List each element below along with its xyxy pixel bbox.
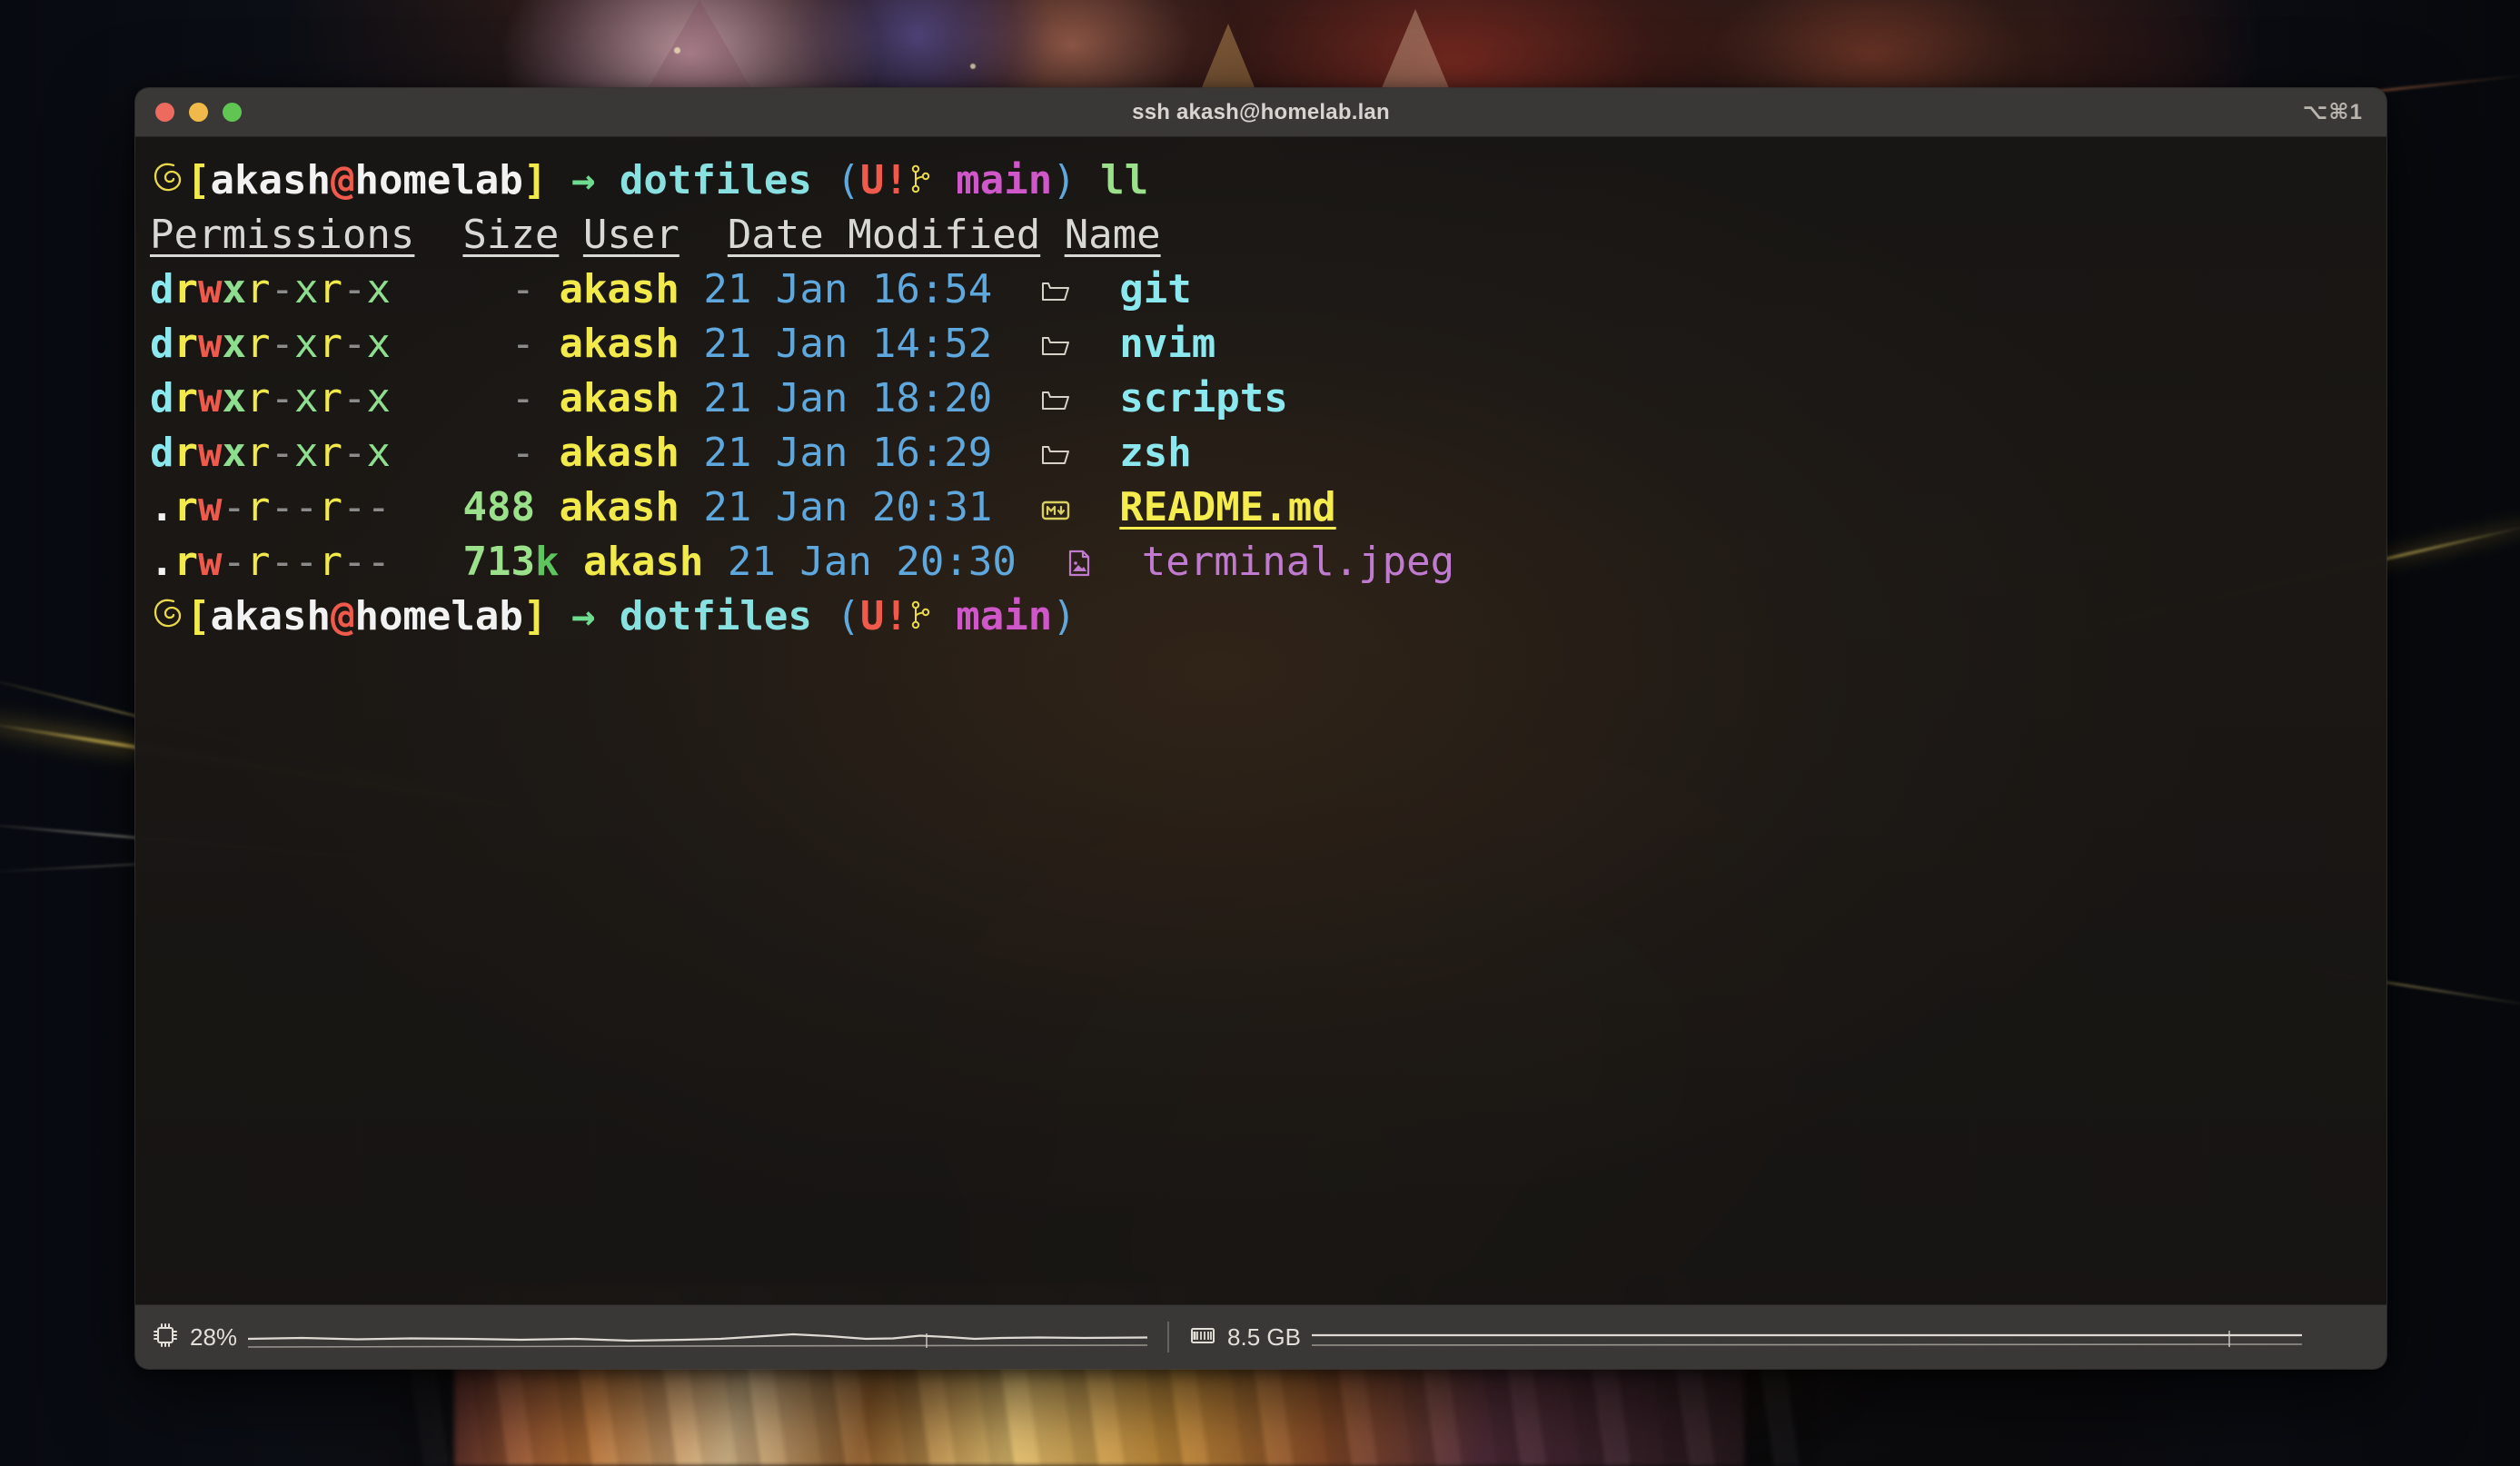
column-header-size: Size — [462, 212, 560, 258]
keyboard-shortcut-badge: ⌥⌘1 — [2302, 100, 2363, 124]
prompt-bracket-close: ] — [522, 593, 548, 639]
permission-type: d — [150, 375, 174, 421]
prompt-at: @ — [330, 157, 355, 203]
cpu-chip-icon — [152, 1322, 179, 1352]
table-row[interactable]: drwxr-xr-x - akash 21 Jan 16:54 git — [135, 262, 2386, 317]
file-size-unit: k — [534, 539, 560, 585]
listing-header-row: Permissions Size User Date Modified Name — [135, 208, 2386, 262]
prompt-host: homelab — [354, 593, 523, 639]
git-dirty-flag: U! — [859, 593, 908, 639]
file-size: - — [511, 375, 535, 421]
column-header-user: User — [582, 212, 680, 258]
prompt-directory: dotfiles — [619, 157, 812, 203]
prompt-directory: dotfiles — [619, 593, 812, 639]
typed-command: ll — [1100, 157, 1149, 203]
prompt-line-command: [akash@homelab] → dotfiles (U! main) ll — [135, 154, 2386, 208]
file-owner: akash — [559, 375, 680, 421]
file-date: 21 Jan 16:29 — [703, 430, 993, 476]
memory-status-group[interactable]: 8.5 GB — [1189, 1319, 2302, 1355]
git-dirty-flag: U! — [859, 157, 908, 203]
folder-icon — [1040, 321, 1071, 375]
prompt-host: homelab — [354, 157, 523, 203]
prompt-bracket-open: [ — [186, 157, 211, 203]
folder-icon — [1040, 266, 1071, 321]
git-paren-open: ( — [836, 157, 860, 203]
git-branch-name: main — [956, 157, 1053, 203]
column-header-name: Name — [1064, 212, 1161, 258]
permission-type: . — [150, 539, 174, 585]
git-paren-close: ) — [1052, 593, 1076, 639]
permission-type: . — [150, 484, 174, 530]
file-date: 21 Jan 18:20 — [703, 375, 993, 421]
permission-type: d — [150, 266, 174, 312]
memory-sparkline — [1311, 1319, 2302, 1355]
git-branch-name: main — [956, 593, 1053, 639]
table-row[interactable]: drwxr-xr-x - akash 21 Jan 16:29 zsh — [135, 426, 2386, 480]
file-name[interactable]: scripts — [1119, 375, 1287, 421]
file-size: - — [511, 430, 535, 476]
table-row[interactable]: .rw-r--r-- 488 akash 21 Jan 20:31 README… — [135, 480, 2386, 535]
file-date: 21 Jan 20:31 — [703, 484, 993, 530]
image-file-icon — [1065, 539, 1094, 593]
permission-type: d — [150, 321, 174, 367]
wallpaper-sparkle — [674, 47, 680, 54]
prompt-bracket-open: [ — [186, 593, 211, 639]
column-header-permissions: Permissions — [150, 212, 415, 258]
table-row[interactable]: drwxr-xr-x - akash 21 Jan 14:52 nvim — [135, 317, 2386, 371]
window-title: ssh akash@homelab.lan — [1132, 99, 1390, 124]
terminal-content[interactable]: [akash@homelab] → dotfiles (U! main) ll … — [135, 137, 2386, 1322]
debian-swirl-icon — [150, 157, 186, 212]
file-name[interactable]: README.md — [1119, 484, 1335, 530]
wallpaper-sparkle — [970, 64, 976, 69]
folder-icon — [1040, 430, 1071, 484]
table-row[interactable]: drwxr-xr-x - akash 21 Jan 18:20 scripts — [135, 371, 2386, 426]
prompt-user: akash — [210, 593, 331, 639]
file-size: - — [511, 321, 535, 367]
prompt-at: @ — [330, 593, 355, 639]
file-name[interactable]: terminal.jpeg — [1142, 539, 1454, 585]
terminal-window[interactable]: ssh akash@homelab.lan ⌥⌘1 [akash@homelab… — [134, 87, 2387, 1370]
status-divider — [1167, 1322, 1170, 1352]
file-owner: akash — [582, 539, 704, 585]
prompt-user: akash — [210, 157, 331, 203]
markdown-file-icon — [1040, 484, 1071, 539]
prompt-line-idle[interactable]: [akash@homelab] → dotfiles (U! main) — [135, 589, 2386, 644]
table-row[interactable]: .rw-r--r-- 713k akash 21 Jan 20:30 termi… — [135, 535, 2386, 589]
debian-swirl-icon — [150, 593, 186, 648]
prompt-bracket-close: ] — [522, 157, 548, 203]
file-owner: akash — [559, 321, 680, 367]
git-branch-icon — [908, 157, 932, 212]
file-owner: akash — [559, 266, 680, 312]
memory-usage-value: 8.5 GB — [1227, 1322, 1301, 1351]
prompt-arrow-icon: → — [570, 593, 596, 639]
git-paren-close: ) — [1052, 157, 1076, 203]
file-date: 21 Jan 20:30 — [727, 539, 1017, 585]
file-size: - — [511, 266, 535, 312]
file-name[interactable]: zsh — [1119, 430, 1191, 476]
memory-stick-icon — [1189, 1323, 1216, 1351]
status-bar: 28% 8.5 GB — [135, 1304, 2386, 1369]
file-owner: akash — [559, 430, 680, 476]
git-paren-open: ( — [836, 593, 860, 639]
file-size: 713 — [462, 539, 535, 585]
prompt-arrow-icon: → — [570, 157, 596, 203]
folder-icon — [1040, 375, 1071, 430]
window-titlebar[interactable]: ssh akash@homelab.lan ⌥⌘1 — [135, 88, 2386, 137]
file-name[interactable]: git — [1119, 266, 1191, 312]
file-owner: akash — [559, 484, 680, 530]
git-branch-icon — [908, 593, 932, 648]
column-header-date: Date Modified — [727, 212, 1041, 258]
file-date: 21 Jan 16:54 — [703, 266, 993, 312]
file-date: 21 Jan 14:52 — [703, 321, 993, 367]
cpu-status-group[interactable]: 28% — [152, 1319, 1148, 1355]
file-size: 488 — [462, 484, 535, 530]
file-name[interactable]: nvim — [1119, 321, 1215, 367]
cpu-sparkline — [248, 1319, 1148, 1355]
permission-type: d — [150, 430, 174, 476]
cpu-usage-value: 28% — [190, 1322, 238, 1351]
